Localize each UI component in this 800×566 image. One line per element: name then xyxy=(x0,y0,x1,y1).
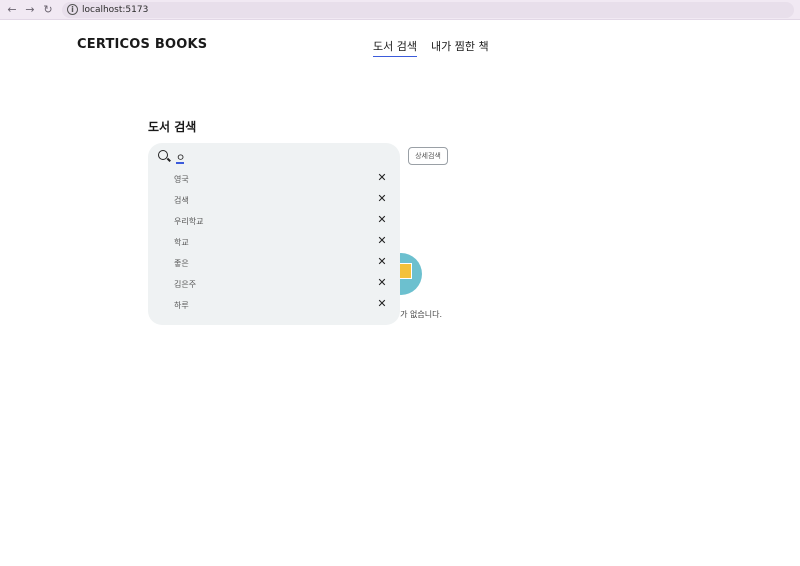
back-arrow-icon[interactable]: ← xyxy=(4,2,20,18)
history-item-label[interactable]: 우리학교 xyxy=(174,216,203,227)
reload-icon[interactable]: ↻ xyxy=(40,2,56,18)
history-item-label[interactable]: 하루 xyxy=(174,300,189,311)
history-item[interactable]: 검색 ✕ xyxy=(148,190,400,211)
page-title: 도서 검색 xyxy=(148,120,197,134)
text-caret xyxy=(176,162,184,164)
search-history-list: 영국 ✕ 검색 ✕ 우리학교 ✕ 학교 ✕ 좋은 ✕ 김은주 ✕ 하루 ✕ xyxy=(148,169,400,316)
history-item[interactable]: 우리학교 ✕ xyxy=(148,211,400,232)
history-item-label[interactable]: 검색 xyxy=(174,195,189,206)
close-icon[interactable]: ✕ xyxy=(377,256,387,268)
close-icon[interactable]: ✕ xyxy=(377,172,387,184)
history-item-label[interactable]: 학교 xyxy=(174,237,189,248)
history-item[interactable]: 김은주 ✕ xyxy=(148,274,400,295)
close-icon[interactable]: ✕ xyxy=(377,277,387,289)
close-icon[interactable]: ✕ xyxy=(377,235,387,247)
detail-search-button[interactable]: 상세검색 xyxy=(408,147,448,165)
url-text[interactable]: localhost:5173 xyxy=(82,3,148,17)
history-item-label[interactable]: 좋은 xyxy=(174,258,189,269)
close-icon[interactable]: ✕ xyxy=(377,214,387,226)
history-item[interactable]: 영국 ✕ xyxy=(148,169,400,190)
history-item-label[interactable]: 김은주 xyxy=(174,279,196,290)
address-bar[interactable]: i localhost:5173 xyxy=(62,2,794,18)
search-panel: 영국 ✕ 검색 ✕ 우리학교 ✕ 학교 ✕ 좋은 ✕ 김은주 ✕ 하루 ✕ xyxy=(148,143,400,325)
history-item[interactable]: 학교 ✕ xyxy=(148,232,400,253)
tab-liked-books[interactable]: 내가 찜한 책 xyxy=(431,38,489,54)
brand-logo[interactable]: CERTICOS BOOKS xyxy=(77,37,207,52)
history-item[interactable]: 하루 ✕ xyxy=(148,295,400,316)
search-input[interactable] xyxy=(176,148,386,164)
history-item[interactable]: 좋은 ✕ xyxy=(148,253,400,274)
history-item-label[interactable]: 영국 xyxy=(174,174,189,185)
forward-arrow-icon[interactable]: → xyxy=(22,2,38,18)
close-icon[interactable]: ✕ xyxy=(377,193,387,205)
tab-book-search[interactable]: 도서 검색 xyxy=(373,38,417,57)
search-icon xyxy=(158,150,168,160)
close-icon[interactable]: ✕ xyxy=(377,298,387,310)
browser-toolbar: ← → ↻ i localhost:5173 xyxy=(0,0,800,20)
site-info-icon[interactable]: i xyxy=(67,4,78,15)
